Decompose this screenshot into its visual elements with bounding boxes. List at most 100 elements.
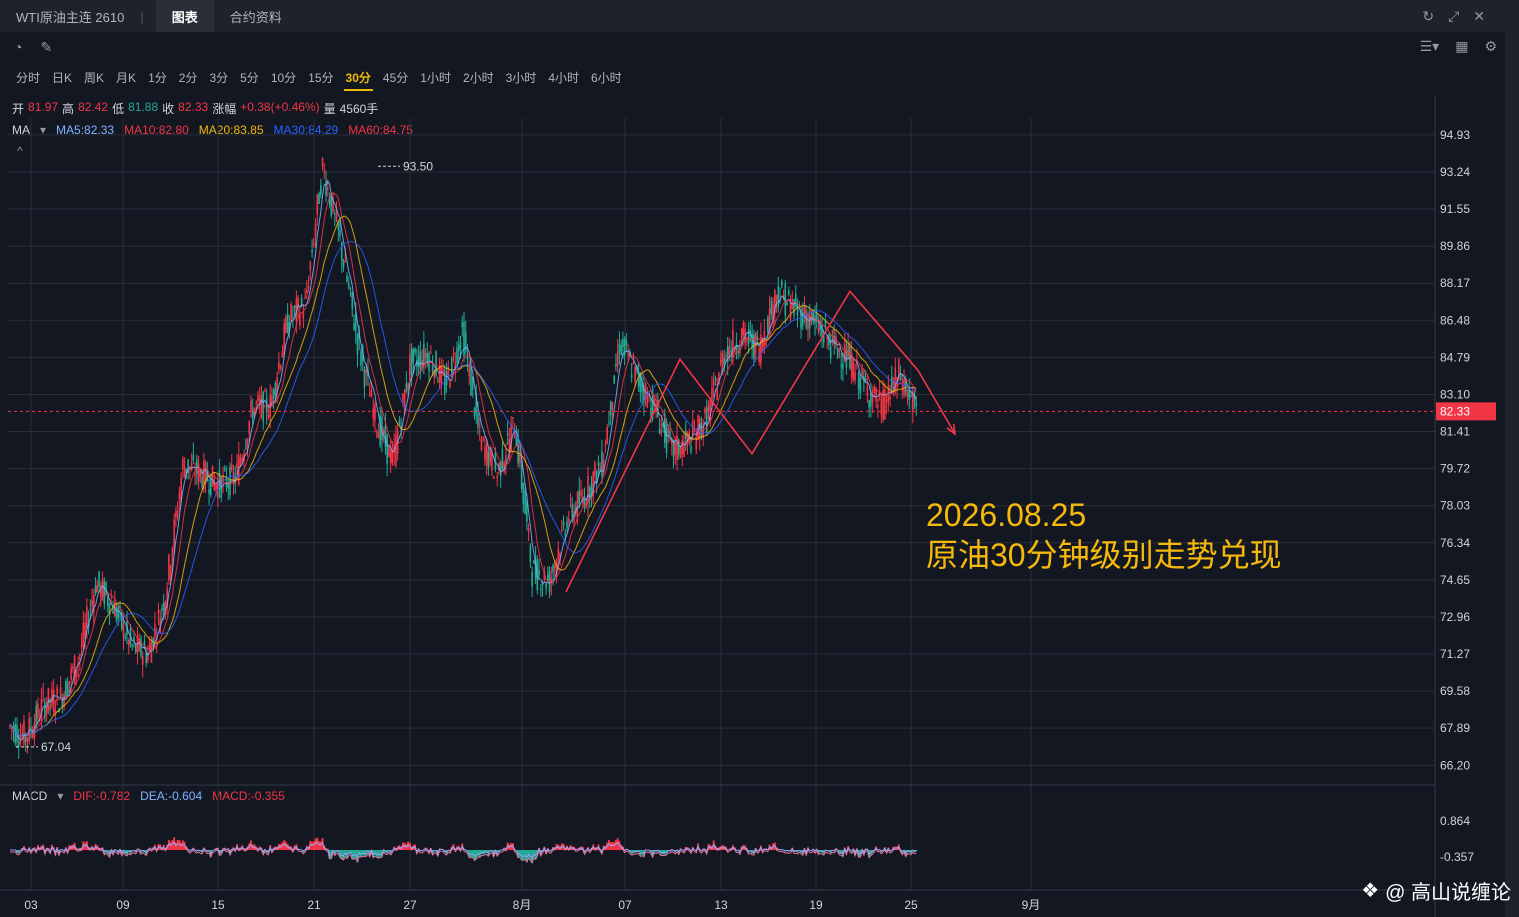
candle-body — [232, 472, 235, 484]
candle-body — [581, 496, 584, 504]
ma-line — [9, 191, 917, 737]
macd-histogram-bar — [480, 850, 483, 855]
period-3[interactable]: 月K — [110, 64, 142, 92]
macd-histogram-bar — [265, 850, 268, 853]
candle-body — [89, 609, 92, 611]
candle-body — [197, 463, 200, 482]
macd-histogram-bar — [478, 850, 481, 857]
macd-histogram-bar — [57, 850, 60, 855]
candle-body — [187, 459, 189, 473]
candle-body — [576, 492, 579, 518]
price-chart[interactable]: 94.93 93.24 91.55 89.86 88.17 86.48 84.79 83.10… — [0, 0, 1505, 917]
macd-histogram-bar — [124, 850, 127, 854]
macd-histogram-bar — [611, 842, 614, 850]
candle-body — [375, 431, 378, 433]
open-label: 开 — [12, 102, 25, 116]
candle-body — [213, 480, 216, 490]
candle-body — [428, 353, 430, 372]
candle-body — [311, 249, 313, 253]
macd-histogram-bar — [616, 838, 619, 850]
period-12[interactable]: 1小时 — [414, 64, 457, 92]
macd-histogram-bar — [400, 846, 403, 850]
macd-histogram-bar — [82, 841, 85, 850]
candle-body — [557, 548, 560, 560]
candle-body — [215, 484, 217, 490]
macd-histogram-bar — [714, 845, 717, 850]
period-2[interactable]: 周K — [78, 64, 110, 92]
macd-label[interactable]: MACD — [12, 789, 47, 803]
layout-grid-icon[interactable]: ▦ — [1455, 38, 1468, 55]
speedometer-icon[interactable]: ◔ — [14, 39, 22, 55]
ma-label[interactable]: MA — [12, 123, 30, 137]
candle-body — [781, 280, 783, 286]
period-0[interactable]: 分时 — [10, 64, 46, 92]
period-10[interactable]: 30分 — [340, 64, 377, 92]
macd-histogram-bar — [908, 850, 911, 853]
macd-dropdown-icon[interactable]: ▾ — [57, 789, 63, 803]
settings-icon[interactable]: ⚙ — [1484, 38, 1497, 55]
candle-body — [735, 343, 738, 351]
candle-body — [38, 718, 41, 721]
period-5[interactable]: 2分 — [173, 64, 204, 92]
draw-tool-icon[interactable]: ✎ — [40, 39, 52, 56]
ma-dropdown-icon[interactable]: ▾ — [40, 123, 46, 137]
candle-body — [234, 476, 237, 485]
candle-body — [124, 636, 127, 639]
period-6[interactable]: 3分 — [203, 64, 234, 92]
candle-body — [774, 290, 776, 313]
tab-chart[interactable]: 图表 — [155, 0, 214, 32]
candle-body — [374, 404, 376, 421]
period-16[interactable]: 6小时 — [585, 64, 628, 92]
macd-histogram-bar — [359, 850, 362, 857]
period-14[interactable]: 3小时 — [500, 64, 543, 92]
close-icon[interactable]: ✕ — [1473, 8, 1485, 25]
macd-histogram-bar — [775, 847, 778, 850]
macd-histogram-bar — [393, 846, 396, 850]
indicator-list-icon[interactable]: ☰▾ — [1420, 38, 1440, 55]
macd-histogram-bar — [389, 850, 392, 854]
tab-contract-info[interactable]: 合约资料 — [214, 0, 298, 32]
period-1[interactable]: 日K — [46, 64, 78, 92]
candle-body — [812, 311, 815, 322]
period-7[interactable]: 5分 — [234, 64, 265, 92]
candle-body — [667, 429, 670, 433]
candle-body — [849, 346, 851, 369]
y-tick-label: 66.20 — [1440, 758, 1470, 772]
refresh-icon[interactable]: ↻ — [1422, 8, 1434, 25]
period-4[interactable]: 1分 — [142, 64, 173, 92]
macd-histogram-bar — [700, 850, 703, 852]
candle-body — [108, 603, 111, 616]
macd-histogram-bar — [520, 850, 523, 861]
macd-histogram-bar — [29, 850, 32, 852]
candle-body — [328, 197, 331, 205]
candle-body — [344, 260, 347, 263]
macd-legend[interactable]: MACD ▾ DIF:-0.782 DEA:-0.604 MACD:-0.355 — [12, 789, 285, 803]
ma-legend[interactable]: MA ▾ MA5:82.33 MA10:82.80 MA20:83.85 MA3… — [12, 123, 413, 137]
macd-histogram-bar — [181, 840, 184, 850]
fullscreen-icon[interactable]: ⤢ — [1448, 8, 1459, 25]
candle-body — [162, 603, 165, 611]
candle-body — [484, 447, 486, 461]
macd-histogram-bar — [40, 845, 43, 850]
macd-histogram-bar — [581, 846, 584, 850]
period-8[interactable]: 10分 — [265, 64, 302, 92]
period-9[interactable]: 15分 — [302, 64, 339, 92]
macd-histogram-bar — [672, 850, 675, 851]
macd-histogram-bar — [595, 847, 598, 850]
candle-body — [31, 732, 34, 739]
candle-body — [260, 395, 263, 410]
period-11[interactable]: 45分 — [377, 64, 414, 92]
macd-histogram-bar — [590, 847, 593, 850]
macd-histogram-bar — [190, 849, 193, 850]
symbol-title[interactable]: WTI原油主连 2610 — [0, 0, 140, 32]
period-15[interactable]: 4小时 — [542, 64, 585, 92]
candle-body — [230, 464, 233, 470]
candle-body — [26, 738, 29, 742]
candle-body — [140, 638, 142, 656]
macd-histogram-bar — [326, 848, 329, 850]
period-13[interactable]: 2小时 — [457, 64, 500, 92]
macd-histogram-bar — [705, 850, 708, 853]
ma-lines-group — [9, 180, 917, 741]
candle-body — [728, 347, 731, 356]
candle-body — [634, 366, 636, 382]
